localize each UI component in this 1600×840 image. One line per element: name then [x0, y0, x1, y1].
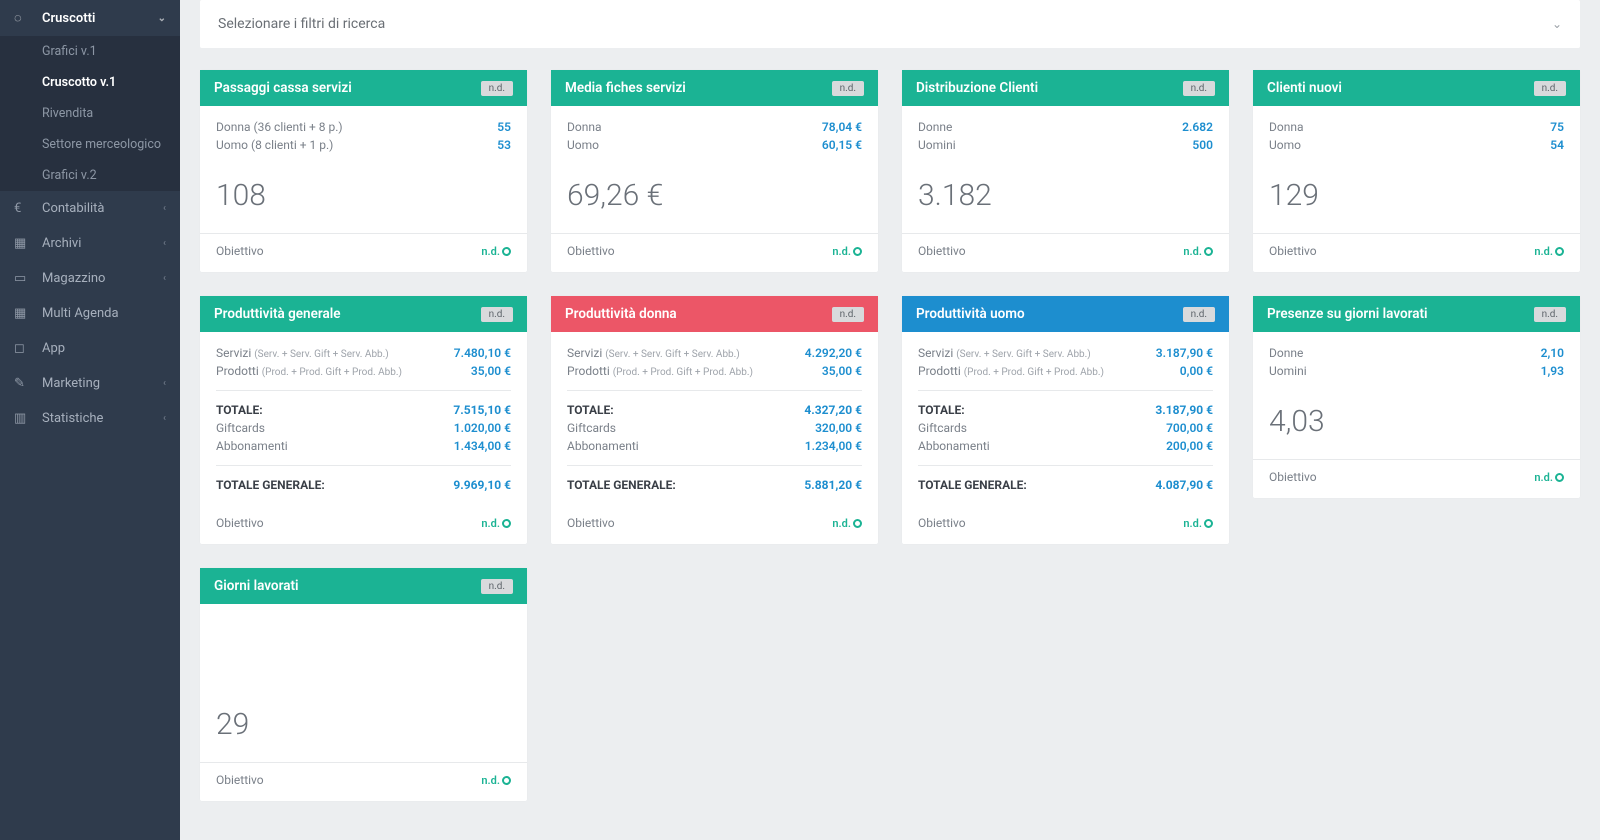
sidebar-item-magazzino[interactable]: ▭Magazzino‹: [0, 261, 180, 296]
sidebar-item-statistiche[interactable]: ▥Statistiche‹: [0, 401, 180, 436]
sidebar-sub-grafici-v2[interactable]: Grafici v.2: [0, 160, 180, 191]
sidebar-item-archivi[interactable]: ▦Archivi‹: [0, 226, 180, 261]
sidebar-label: Cruscotti: [42, 11, 95, 26]
obiettivo-link[interactable]: n.d.: [481, 245, 511, 258]
chevron-down-icon: ⌄: [1552, 17, 1562, 31]
sidebar-item-marketing[interactable]: ✎Marketing‹: [0, 366, 180, 401]
filter-label: Selezionare i filtri di ricerca: [218, 16, 385, 32]
calendar-icon: ▦: [14, 306, 32, 321]
kpi-value: 108: [200, 160, 527, 233]
card-grid: Passaggi cassa servizi n.d. Donna (36 cl…: [200, 70, 1580, 801]
euro-icon: €: [14, 201, 32, 216]
card-clienti-nuovi: Clienti nuovin.d. Donna75 Uomo54 129 Obi…: [1253, 70, 1580, 272]
filter-bar[interactable]: Selezionare i filtri di ricerca ⌄: [200, 0, 1580, 48]
sidebar-item-app[interactable]: ◻App: [0, 331, 180, 366]
chevron-left-icon: ‹: [163, 273, 166, 284]
chart-icon: ✎: [14, 376, 32, 391]
sidebar-sub-settore[interactable]: Settore merceologico: [0, 129, 180, 160]
bars-icon: ▥: [14, 411, 32, 426]
chevron-left-icon: ‹: [163, 203, 166, 214]
chevron-left-icon: ‹: [163, 378, 166, 389]
chevron-left-icon: ‹: [163, 413, 166, 424]
sidebar-sub-grafici-v1[interactable]: Grafici v.1: [0, 36, 180, 67]
sidebar-sub-rivendita[interactable]: Rivendita: [0, 98, 180, 129]
card-passaggi: Passaggi cassa servizi n.d. Donna (36 cl…: [200, 70, 527, 272]
archive-icon: ▦: [14, 236, 32, 251]
sidebar-item-cruscotti[interactable]: ◌ Cruscotti ⌄: [0, 0, 180, 36]
dashboard-icon: ◌: [14, 10, 32, 26]
chevron-left-icon: ‹: [163, 238, 166, 249]
card-produttivita-generale: Produttività generalen.d. Servizi (Serv.…: [200, 296, 527, 544]
sidebar: ◌ Cruscotti ⌄ Grafici v.1 Cruscotto v.1 …: [0, 0, 180, 840]
card-produttivita-donna: Produttività donnan.d. Servizi (Serv. + …: [551, 296, 878, 544]
sidebar-item-multiagenda[interactable]: ▦Multi Agenda: [0, 296, 180, 331]
sidebar-item-contabilita[interactable]: €Contabilità‹: [0, 191, 180, 226]
card-produttivita-uomo: Produttività uomon.d. Servizi (Serv. + S…: [902, 296, 1229, 544]
chevron-down-icon: ⌄: [158, 13, 166, 24]
card-distribuzione: Distribuzione Clientin.d. Donne2.682 Uom…: [902, 70, 1229, 272]
card-media: Media fiches servizin.d. Donna78,04 € Uo…: [551, 70, 878, 272]
main-content: Selezionare i filtri di ricerca ⌄ Passag…: [180, 0, 1600, 840]
box-icon: ▭: [14, 271, 32, 286]
card-header: Passaggi cassa servizi n.d.: [200, 70, 527, 106]
sidebar-sub-cruscotto-v1[interactable]: Cruscotto v.1: [0, 67, 180, 98]
nd-badge[interactable]: n.d.: [481, 81, 513, 96]
sidebar-submenu: Grafici v.1 Cruscotto v.1 Rivendita Sett…: [0, 36, 180, 191]
card-presenze: Presenze su giorni lavoratin.d. Donne2,1…: [1253, 296, 1580, 498]
app-icon: ◻: [14, 341, 32, 356]
card-giorni-lavorati: Giorni lavoratin.d. 29 Obiettivon.d.: [200, 568, 527, 801]
